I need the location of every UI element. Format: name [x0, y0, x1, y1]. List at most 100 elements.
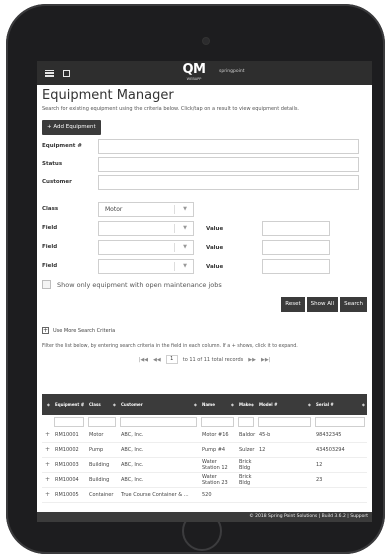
expand-col-header: ◆ [46, 402, 50, 407]
cell-make: Brick Bldg [239, 459, 252, 471]
class-select[interactable]: Motor ▼ [98, 202, 194, 217]
cell-make: Sulzer [239, 447, 255, 453]
filter-input-make[interactable] [238, 416, 254, 427]
cell-customer: True Course Container & ... [121, 492, 189, 498]
expand-toggle[interactable]: + [42, 432, 52, 438]
field-select-1[interactable]: ▼ [98, 221, 194, 236]
filter-input-class[interactable] [88, 416, 116, 427]
status-input[interactable] [98, 157, 359, 172]
more-criteria-toggle[interactable]: + Use More Search Criteria [42, 327, 367, 334]
last-page-icon[interactable]: ▶▶| [261, 357, 270, 363]
col-header-class[interactable]: Class ◆ [86, 394, 118, 415]
cell-name: 520 [202, 492, 212, 498]
col-header-model[interactable]: Model # ◆ [256, 394, 313, 415]
sort-icon: ◆ [361, 402, 365, 407]
value-input-1[interactable] [262, 221, 330, 236]
expand-toggle[interactable]: + [42, 462, 52, 468]
table-row[interactable]: + RM10004 Building ABC, Inc. Water Station 2… [42, 473, 367, 488]
cell-equipment: RM10001 [55, 432, 79, 438]
filter-input-name[interactable] [201, 416, 234, 427]
tablet-frame: QM WEBAPP springpoint Equipment Manager … [6, 4, 385, 554]
main-content: Equipment Manager Search for existing eq… [37, 85, 372, 364]
camera-icon [203, 38, 209, 44]
open-jobs-label: Show only equipment with open maintenanc… [57, 280, 222, 289]
cell-class: Motor [89, 432, 104, 438]
cell-class: Building [89, 477, 110, 483]
expand-toggle[interactable]: + [42, 477, 52, 483]
more-criteria-label: Use More Search Criteria [53, 327, 116, 334]
cell-customer: ABC, Inc. [121, 462, 144, 468]
cell-equipment: RM10003 [55, 462, 79, 468]
table-row[interactable]: + RM10003 Building ABC, Inc. Water Station 1… [42, 458, 367, 473]
grid-header: ◆ Equipment # ◆ Class ◆ Customer ◆ Name ◆ Ma… [42, 394, 367, 415]
search-button[interactable]: Search [340, 297, 367, 312]
cell-class: Pump [89, 447, 104, 453]
page-title: Equipment Manager [42, 88, 174, 103]
cell-serial: 23 [316, 477, 323, 483]
field-label: Field [42, 263, 58, 269]
filter-input-serial[interactable] [315, 416, 365, 427]
customer-input[interactable] [98, 175, 359, 190]
cell-class: Building [89, 462, 110, 468]
reset-button[interactable]: Reset [281, 297, 305, 312]
sort-icon: ◆ [112, 402, 116, 407]
filter-input-model[interactable] [258, 416, 311, 427]
expand-toggle[interactable]: + [42, 447, 52, 453]
cell-class: Container [89, 492, 114, 498]
filter-instructions: Filter the list below, by entering searc… [42, 344, 298, 349]
grid-filter-row [42, 415, 367, 428]
equipment-number-input[interactable] [98, 139, 359, 154]
cell-serial: 98432345 [316, 432, 342, 438]
field-label: Field [42, 244, 58, 250]
col-header-serial[interactable]: Serial # ◆ [313, 394, 367, 415]
cell-equipment: RM10004 [55, 477, 79, 483]
filter-input-equipment[interactable] [54, 416, 84, 427]
col-header-equipment[interactable]: Equipment # ◆ [52, 394, 86, 415]
sort-icon: ◆ [307, 402, 311, 407]
field-select-3[interactable]: ▼ [98, 259, 194, 274]
customer-label: Customer [42, 179, 72, 185]
expand-toggle[interactable]: + [42, 492, 52, 498]
expand-icon: + [42, 327, 49, 334]
sort-icon: ◆ [250, 402, 254, 407]
filter-input-customer[interactable] [120, 416, 197, 427]
cell-customer: ABC, Inc. [121, 477, 144, 483]
col-header-customer[interactable]: Customer ◆ [118, 394, 199, 415]
chevron-down-icon: ▼ [183, 225, 187, 231]
value-input-3[interactable] [262, 259, 330, 274]
show-all-button[interactable]: Show All [306, 297, 339, 312]
cell-equipment: RM10005 [55, 492, 79, 498]
open-jobs-checkbox[interactable] [42, 280, 51, 289]
field-select-2[interactable]: ▼ [98, 240, 194, 255]
first-page-icon[interactable]: |◀◀ [139, 357, 148, 363]
pager-info: to 11 of 11 total records [182, 356, 244, 363]
class-label: Class [42, 206, 59, 212]
value-input-2[interactable] [262, 240, 330, 255]
save-icon[interactable] [63, 69, 70, 77]
sort-icon: ◆ [80, 402, 84, 407]
chevron-down-icon: ▼ [183, 263, 187, 269]
col-header-make[interactable]: Make ◆ [236, 394, 256, 415]
cell-serial: 434503294 [316, 447, 345, 453]
page-subtitle: Search for existing equipment using the … [42, 106, 300, 112]
status-label: Status [42, 161, 63, 167]
page-number-input[interactable]: 1 [165, 355, 178, 364]
logo-text: QM [182, 62, 207, 77]
field-label: Field [42, 225, 58, 231]
footer: © 2018 Spring Point Solutions | Build 3.… [37, 512, 372, 522]
col-header-name[interactable]: Name ◆ [199, 394, 236, 415]
brand-text: springpoint [219, 69, 245, 74]
next-page-icon[interactable]: ▶▶ [248, 357, 256, 363]
cell-customer: ABC, Inc. [121, 432, 144, 438]
prev-page-icon[interactable]: ◀◀ [153, 357, 161, 363]
table-row[interactable]: + RM10001 Motor ABC, Inc. Motor #16 Baldor 45-… [42, 428, 367, 443]
add-equipment-button[interactable]: + Add Equipment [42, 120, 101, 135]
value-label: Value [206, 244, 224, 251]
hamburger-menu-icon[interactable] [45, 69, 54, 77]
cell-name: Motor #16 [202, 432, 229, 438]
table-row[interactable]: + RM10002 Pump ABC, Inc. Pump #4 Sulzer 12 4345… [42, 443, 367, 458]
sort-icon: ◆ [193, 402, 197, 407]
cell-make: Brick Bldg [239, 474, 252, 486]
table-row[interactable]: + RM10005 Container True Course Container &… [42, 488, 367, 503]
chevron-down-icon: ▼ [183, 244, 187, 250]
